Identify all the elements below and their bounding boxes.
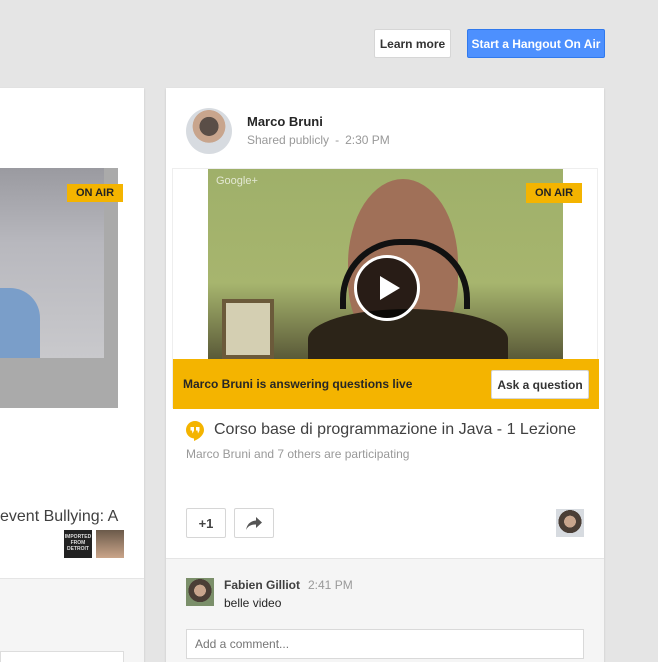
plus-one-button[interactable]: +1 [186, 508, 226, 538]
live-banner: Marco Bruni is answering questions live … [173, 359, 599, 409]
meta-separator: - [335, 133, 340, 147]
left-onair-badge: ON AIR [67, 184, 123, 202]
participant-avatar[interactable] [556, 509, 584, 537]
event-title[interactable]: Corso base di programmazione in Java - 1… [214, 421, 576, 439]
author-avatar[interactable] [186, 108, 232, 154]
hangout-video-box: Google+ ON AIR Marco Bruni is answering … [172, 168, 599, 409]
learn-more-button[interactable]: Learn more [374, 29, 451, 58]
comment-time: 2:41 PM [308, 578, 353, 592]
play-icon [379, 276, 400, 300]
post-card: Marco Bruni Shared publicly -2:30 PM Goog… [166, 88, 604, 662]
left-participant-avatar[interactable]: IMPORTED FROM DETROIT [64, 530, 92, 558]
left-comments-area [0, 578, 144, 662]
video-person-shirt [308, 309, 508, 359]
author-name[interactable]: Marco Bruni [247, 114, 323, 129]
comment-input[interactable] [186, 629, 584, 659]
left-post-card: ON AIR event Bullying: A IMPORTED FROM D… [0, 88, 144, 662]
live-status-text: Marco Bruni is answering questions live [183, 377, 413, 391]
participants-count: Marco Bruni and 7 others are participati… [186, 447, 410, 461]
left-video-thumbnail[interactable] [0, 168, 118, 408]
left-event-title[interactable]: event Bullying: A [0, 508, 118, 526]
share-icon [246, 516, 262, 530]
post-visibility[interactable]: Shared publicly [247, 133, 329, 147]
left-comment-input[interactable] [0, 651, 124, 662]
post-meta: Shared publicly -2:30 PM [247, 133, 390, 147]
commenter-name[interactable]: Fabien Gilliot [224, 578, 300, 592]
share-button[interactable] [234, 508, 274, 538]
onair-badge: ON AIR [526, 183, 582, 203]
left-participant-avatar[interactable] [96, 530, 124, 558]
start-hangout-on-air-button[interactable]: Start a Hangout On Air [467, 29, 605, 58]
commenter-avatar[interactable] [186, 578, 214, 606]
play-button[interactable] [354, 255, 420, 321]
ask-question-button[interactable]: Ask a question [491, 370, 589, 399]
comments-section: Fabien Gilliot 2:41 PM belle video [166, 558, 604, 662]
hangout-quote-icon [186, 421, 204, 441]
google-plus-watermark: Google+ [216, 175, 258, 187]
post-time[interactable]: 2:30 PM [345, 133, 390, 147]
video-bg-frame [222, 299, 274, 359]
comment-text: belle video [224, 596, 282, 610]
